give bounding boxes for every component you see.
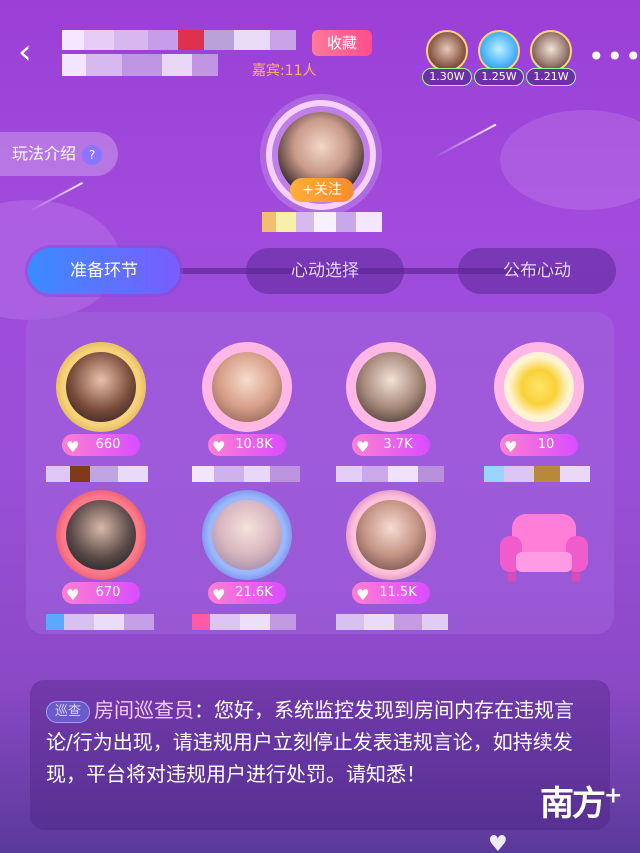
empty-seat[interactable] (494, 500, 594, 590)
avatar (66, 352, 136, 422)
avatar (478, 30, 520, 72)
mic-seat-1[interactable]: ♥ 660 (36, 342, 166, 492)
heart-icon: ♥ (212, 586, 226, 604)
seat-name-pixelated (484, 466, 604, 484)
contribution-value: 1.25W (474, 68, 524, 86)
seat-name-pixelated (46, 466, 166, 484)
avatar (212, 352, 282, 422)
seat-name-pixelated (336, 614, 456, 632)
contribution-value: 1.21W (526, 68, 576, 86)
watermark-logo: 南方+ (540, 782, 622, 824)
heart-value-badge: ♥ 21.6K (208, 582, 286, 604)
mic-seat-2[interactable]: ♥ 10.8K (182, 342, 312, 492)
notice-text: 巡查 房间巡查员：您好，系统监控发现到房间内存在违规言论/行为出现，请违规用户立刻… (46, 694, 594, 790)
top-contributor-2[interactable]: 1.25W (474, 30, 524, 86)
chevron-left-icon: ‹ (18, 32, 32, 72)
cropped-message-strip (36, 636, 606, 656)
heart-icon: ♥ (504, 438, 518, 456)
avatar (426, 30, 468, 72)
heart-value-badge: ♥ 11.5K (352, 582, 430, 604)
more-dots-icon[interactable]: ••• (588, 40, 640, 73)
stage-progress-bar: 准备环节 心动选择 公布心动 (28, 248, 616, 294)
tab-stage-reveal[interactable]: 公布心动 (458, 248, 616, 294)
heart-value-badge: ♥ 10 (500, 434, 578, 456)
back-button[interactable]: ‹ (18, 32, 46, 72)
heart-value-badge: ♥ 660 (62, 434, 140, 456)
seat-name-pixelated (336, 466, 456, 484)
tab-stage-choose[interactable]: 心动选择 (246, 248, 404, 294)
seat-name-pixelated (192, 614, 312, 632)
system-notice: 巡查 房间巡查员：您好，系统监控发现到房间内存在违规言论/行为出现，请违规用户立刻… (30, 680, 610, 830)
heart-icon: ♥ (66, 586, 80, 604)
top-contributor-3[interactable]: 1.21W (526, 30, 576, 86)
mic-seat-3[interactable]: ♥ 3.7K (326, 342, 456, 492)
avatar-frame (202, 490, 292, 580)
favorite-button[interactable]: 收藏 (312, 30, 372, 56)
avatar-frame (346, 490, 436, 580)
contribution-value: 1.30W (422, 68, 472, 86)
avatar-frame (346, 342, 436, 432)
follow-button[interactable]: +关注 (290, 178, 354, 202)
avatar (356, 500, 426, 570)
heart-value-badge: ♥ 10.8K (208, 434, 286, 456)
avatar (66, 500, 136, 570)
notice-sender: 房间巡查员 (94, 698, 195, 722)
avatar (504, 352, 574, 422)
avatar (356, 352, 426, 422)
gameplay-intro-button[interactable]: 玩法介绍? (0, 132, 118, 176)
patrol-badge: 巡查 (46, 700, 91, 723)
heart-icon: ♥ (356, 438, 370, 456)
intro-label: 玩法介绍 (12, 144, 77, 163)
seat-name-pixelated (192, 466, 312, 484)
sofa-icon (500, 514, 588, 582)
heart-value-badge: ♥ 670 (62, 582, 140, 604)
heart-value-badge: ♥ 3.7K (352, 434, 430, 456)
avatar-frame (202, 342, 292, 432)
heart-icon: ♥ (212, 438, 226, 456)
floating-heart-icon: ♥ (488, 832, 508, 853)
mic-seat-7[interactable]: ♥ 11.5K (326, 490, 456, 640)
avatar-frame (56, 490, 146, 580)
heart-icon: ♥ (356, 586, 370, 604)
avatar (212, 500, 282, 570)
heart-icon: ♥ (66, 438, 80, 456)
avatar (530, 30, 572, 72)
host-name-pixelated (262, 212, 382, 236)
top-contributor-1[interactable]: 1.30W (422, 30, 472, 86)
guest-count[interactable]: 嘉宾:11人 (252, 60, 317, 80)
avatar-frame (494, 342, 584, 432)
avatar-frame (56, 342, 146, 432)
question-icon: ? (82, 144, 103, 165)
tab-stage-prepare[interactable]: 准备环节 (28, 248, 180, 294)
seat-name-pixelated (46, 614, 166, 632)
mic-seat-5[interactable]: ♥ 670 (36, 490, 166, 640)
mic-seat-6[interactable]: ♥ 21.6K (182, 490, 312, 640)
shooting-star-decoration (433, 123, 497, 159)
mic-seat-4[interactable]: ♥ 10 (474, 342, 604, 492)
bg-cloud (500, 110, 640, 210)
